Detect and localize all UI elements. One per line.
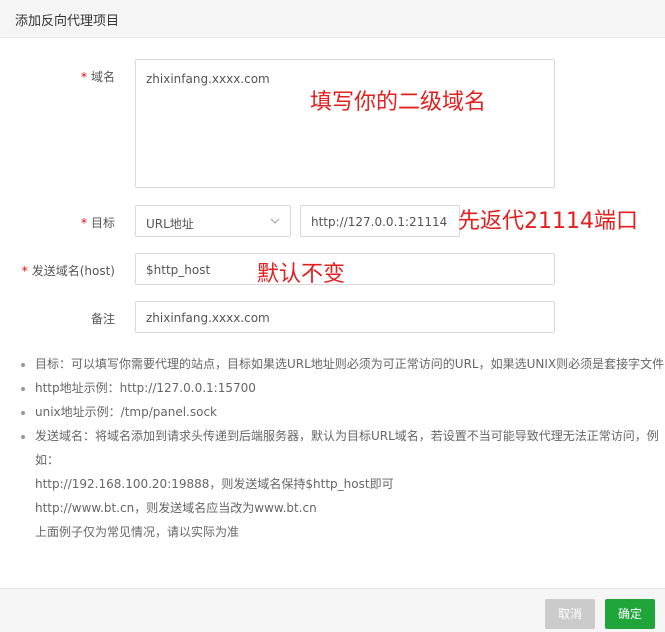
- target-type-select[interactable]: URL地址: [135, 205, 291, 237]
- dialog-footer: 取消 确定: [0, 588, 665, 632]
- tip-http-example: http地址示例：http://127.0.0.1:15700: [35, 376, 665, 400]
- domain-textarea[interactable]: zhixinfang.xxxx.com: [135, 59, 555, 188]
- remark-label: 备注: [90, 312, 115, 326]
- dialog-title: 添加反向代理项目: [15, 14, 120, 29]
- domain-value: zhixinfang.xxxx.com: [146, 72, 270, 86]
- send-domain-label: * 发送域名(host): [21, 264, 115, 278]
- remark-value: zhixinfang.xxxx.com: [146, 311, 270, 325]
- target-label: * 目标: [80, 216, 115, 230]
- tip-send-domain-line: 上面例子仅为常见情况，请以实际为准: [35, 525, 240, 539]
- dialog-header: 添加反向代理项目: [0, 0, 665, 38]
- tip-send-domain-line: 发送域名：将域名添加到请求头传递到后端服务器，默认为目标URL域名，若设置不当可…: [35, 429, 659, 467]
- tip-unix-example: unix地址示例：/tmp/panel.sock: [35, 400, 665, 424]
- target-url-value: http://127.0.0.1:21114: [311, 215, 448, 229]
- tip-send-domain-line: http://www.bt.cn，则发送域名应当改为www.bt.cn: [35, 501, 317, 515]
- cancel-button[interactable]: 取消: [545, 599, 595, 629]
- target-type-value: URL地址: [146, 217, 194, 231]
- tip-send-domain-line: http://192.168.100.20:19888，则发送域名保持$http…: [35, 477, 394, 491]
- required-mark: *: [21, 264, 28, 278]
- required-mark: *: [80, 216, 87, 230]
- remark-input[interactable]: zhixinfang.xxxx.com: [135, 301, 555, 333]
- tip-send-domain: 发送域名：将域名添加到请求头传递到后端服务器，默认为目标URL域名，若设置不当可…: [35, 424, 665, 544]
- send-domain-value: $http_host: [146, 263, 211, 277]
- required-mark: *: [80, 70, 87, 84]
- domain-label: * 域名: [80, 70, 115, 84]
- domain-annotation: 填写你的二级域名: [310, 90, 487, 115]
- host-annotation: 默认不变: [257, 262, 346, 287]
- confirm-button[interactable]: 确定: [605, 599, 655, 629]
- target-annotation: 先返代21114端口: [458, 209, 638, 234]
- tip-target: 目标：可以填写你需要代理的站点，目标如果选URL地址则必须为可正常访问的URL，…: [35, 352, 665, 376]
- target-url-input[interactable]: http://127.0.0.1:21114: [300, 205, 460, 237]
- help-tips-list: 目标：可以填写你需要代理的站点，目标如果选URL地址则必须为可正常访问的URL，…: [20, 352, 665, 544]
- chevron-down-icon: [270, 218, 280, 224]
